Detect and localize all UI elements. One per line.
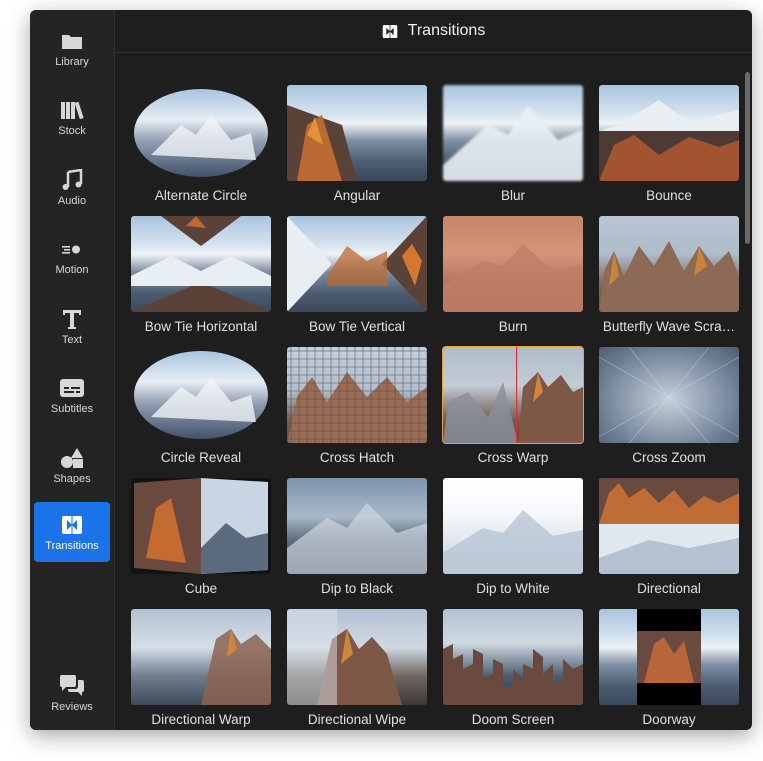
transition-tile[interactable]: Dip to Black (287, 478, 427, 596)
transition-name: Directional Warp (151, 712, 251, 727)
transition-tile[interactable]: Burn (443, 216, 583, 334)
app-window: Library Stock Audio Motion Text Subtitle… (30, 10, 752, 730)
sidebar-item-motion[interactable]: Motion (34, 226, 110, 286)
sidebar-item-text[interactable]: Text (34, 296, 110, 356)
transition-thumbnail (443, 478, 583, 574)
transition-name: Angular (333, 188, 381, 203)
transition-tile[interactable]: Alternate Circle (131, 85, 271, 203)
transition-tile[interactable]: Cross Zoom (599, 347, 739, 465)
transition-name: Alternate Circle (154, 188, 248, 203)
transition-name: Directional (637, 581, 701, 596)
transition-name: Cross Warp (477, 450, 549, 465)
transition-thumbnail (599, 609, 739, 705)
sidebar-item-label: Stock (58, 125, 86, 137)
folder-icon (34, 28, 110, 54)
transition-tile[interactable]: Dip to White (443, 478, 583, 596)
transition-name: Burn (498, 319, 528, 334)
subtitles-icon (34, 375, 110, 401)
sidebar-item-shapes[interactable]: Shapes (34, 435, 110, 495)
transition-tile[interactable]: Doorway (599, 609, 739, 727)
sidebar-item-label: Library (55, 56, 89, 68)
transition-thumbnail (599, 85, 739, 181)
transition-name: Dip to Black (320, 581, 394, 596)
sidebar-item-reviews[interactable]: Reviews (34, 663, 110, 723)
page-title: Transitions (407, 22, 486, 39)
transition-thumbnail (599, 347, 739, 443)
transition-name: Directional Wipe (307, 712, 407, 727)
transition-name: Blur (500, 188, 525, 203)
transition-name: Butterfly Wave Scra… (602, 319, 736, 334)
transition-thumbnail (131, 478, 271, 574)
sidebar-item-label: Transitions (45, 540, 99, 552)
transition-tile[interactable]: Cross Warp (442, 346, 584, 465)
transition-thumbnail (287, 85, 427, 181)
transition-tile[interactable]: Doom Screen (443, 609, 583, 727)
transition-thumbnail (443, 216, 583, 312)
transition-thumbnail (287, 478, 427, 574)
transitions-icon (34, 512, 110, 538)
scrollbar[interactable] (745, 72, 750, 244)
transition-name: Dip to White (476, 581, 550, 596)
transition-name: Doorway (642, 712, 696, 727)
transition-name: Cross Hatch (319, 450, 395, 465)
transition-thumbnail (443, 85, 583, 181)
transition-name: Circle Reveal (160, 450, 242, 465)
transition-tile[interactable]: Bounce (599, 85, 739, 203)
transitions-grid: Alternate Circle Angular Blur Bounce Bow… (131, 85, 739, 727)
transition-tile[interactable]: Bow Tie Vertical (287, 216, 427, 334)
sidebar-item-label: Audio (57, 195, 87, 207)
transition-thumbnail (131, 609, 271, 705)
transition-name: Doom Screen (471, 712, 555, 727)
transition-name: Bow Tie Horizontal (144, 319, 258, 334)
transition-thumbnail (599, 216, 739, 312)
transition-tile[interactable]: Directional Warp (131, 609, 271, 727)
sidebar-item-label: Reviews (51, 701, 93, 713)
transition-thumbnail (442, 346, 584, 444)
transition-tile[interactable]: Directional Wipe (287, 609, 427, 727)
transitions-icon (382, 24, 398, 39)
transition-name: Cube (184, 581, 218, 596)
sidebar-item-library[interactable]: Library (34, 18, 110, 78)
sidebar-item-subtitles[interactable]: Subtitles (34, 365, 110, 425)
transition-tile[interactable]: Bow Tie Horizontal (131, 216, 271, 334)
transition-name: Cross Zoom (632, 450, 706, 465)
books-icon (34, 97, 110, 123)
transition-tile[interactable]: Butterfly Wave Scra… (599, 216, 739, 334)
transition-thumbnail (287, 216, 427, 312)
transition-tile[interactable]: Angular (287, 85, 427, 203)
transition-name: Bow Tie Vertical (308, 319, 406, 334)
transition-tile[interactable]: Circle Reveal (131, 347, 271, 465)
transition-tile[interactable]: Cube (131, 478, 271, 596)
shapes-icon (34, 445, 110, 471)
text-icon (34, 306, 110, 332)
music-note-icon (34, 167, 110, 193)
transition-thumbnail (131, 347, 271, 443)
transition-thumbnail (287, 347, 427, 443)
transition-name: Bounce (646, 188, 692, 203)
transition-tile[interactable]: Cross Hatch (287, 347, 427, 465)
transition-thumbnail (131, 216, 271, 312)
transition-thumbnail (287, 609, 427, 705)
transition-tile[interactable]: Blur (443, 85, 583, 203)
motion-icon (34, 236, 110, 262)
transition-tile[interactable]: Directional (599, 478, 739, 596)
sidebar: Library Stock Audio Motion Text Subtitle… (30, 10, 115, 730)
sidebar-item-label: Text (61, 334, 83, 346)
sidebar-item-label: Subtitles (50, 403, 94, 415)
transition-thumbnail (443, 609, 583, 705)
sidebar-item-transitions[interactable]: Transitions (34, 502, 110, 562)
sidebar-item-label: Shapes (53, 473, 91, 485)
sidebar-item-audio[interactable]: Audio (34, 157, 110, 217)
reviews-icon (34, 673, 110, 699)
sidebar-item-label: Motion (55, 264, 89, 276)
transition-thumbnail (131, 85, 271, 181)
transition-thumbnail (599, 478, 739, 574)
sidebar-item-stock[interactable]: Stock (34, 87, 110, 147)
panel-header: Transitions (115, 10, 752, 53)
